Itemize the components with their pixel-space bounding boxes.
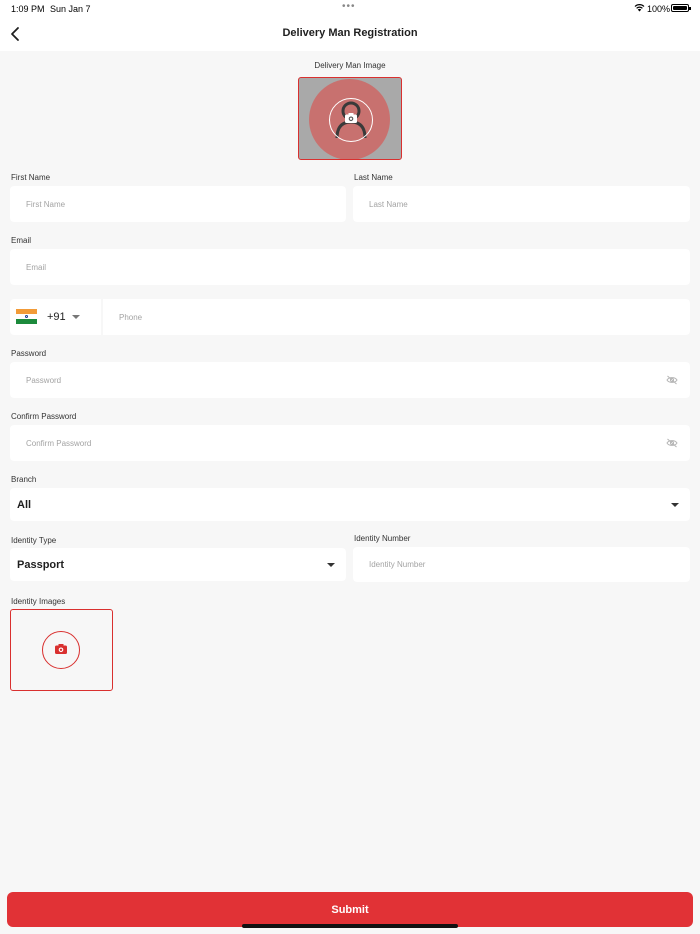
confirm-password-input[interactable]	[10, 425, 690, 461]
branch-label: Branch	[11, 475, 37, 484]
last-name-input[interactable]	[353, 186, 690, 222]
identity-number-field	[353, 547, 690, 582]
chevron-down-icon	[671, 503, 679, 507]
email-label: Email	[11, 236, 32, 245]
battery-percent: 100%	[647, 4, 671, 14]
wifi-icon	[634, 4, 645, 12]
identity-type-selected-value: Passport	[17, 559, 65, 571]
status-bar: 1:09 PM Sun Jan 7 ••• 100%	[0, 0, 700, 18]
status-date: Sun Jan 7	[50, 4, 91, 14]
home-indicator[interactable]	[242, 924, 458, 928]
eye-off-icon[interactable]	[666, 438, 678, 448]
page-title: Delivery Man Registration	[282, 27, 418, 39]
multitasking-dots-icon[interactable]: •••	[342, 1, 356, 12]
delivery-man-image-picker[interactable]	[298, 77, 402, 160]
branch-selected-value: All	[17, 499, 32, 511]
status-time: 1:09 PM	[11, 4, 45, 14]
camera-icon	[55, 644, 67, 654]
phone-input[interactable]	[103, 299, 690, 335]
branch-select[interactable]: All	[10, 488, 690, 521]
eye-off-icon[interactable]	[666, 375, 678, 385]
last-name-field	[353, 186, 690, 222]
camera-icon	[345, 113, 357, 123]
identity-number-label: Identity Number	[354, 534, 411, 543]
last-name-label: Last Name	[354, 173, 393, 182]
password-label: Password	[11, 349, 47, 358]
first-name-label: First Name	[11, 173, 51, 182]
identity-image-picker[interactable]	[10, 609, 113, 691]
country-code-picker[interactable]: +91	[10, 299, 101, 335]
email-input[interactable]	[10, 249, 690, 285]
chevron-down-icon	[72, 315, 80, 319]
phone-field	[103, 299, 690, 335]
confirm-password-label: Confirm Password	[11, 412, 77, 421]
first-name-input[interactable]	[10, 186, 346, 222]
identity-images-label: Identity Images	[11, 597, 66, 606]
identity-type-select[interactable]: Passport	[10, 548, 346, 581]
chevron-down-icon	[327, 563, 335, 567]
password-field	[10, 362, 690, 398]
app-bar: Delivery Man Registration	[0, 18, 700, 51]
confirm-password-field	[10, 425, 690, 461]
email-field	[10, 249, 690, 285]
identity-type-label: Identity Type	[11, 536, 57, 545]
country-code: +91	[47, 311, 66, 323]
battery-icon	[671, 4, 691, 12]
india-flag-icon	[16, 309, 37, 324]
delivery-man-image-label: Delivery Man Image	[314, 61, 386, 70]
identity-number-input[interactable]	[353, 547, 690, 582]
password-input[interactable]	[10, 362, 690, 398]
first-name-field	[10, 186, 346, 222]
submit-button[interactable]: Submit	[7, 892, 693, 927]
